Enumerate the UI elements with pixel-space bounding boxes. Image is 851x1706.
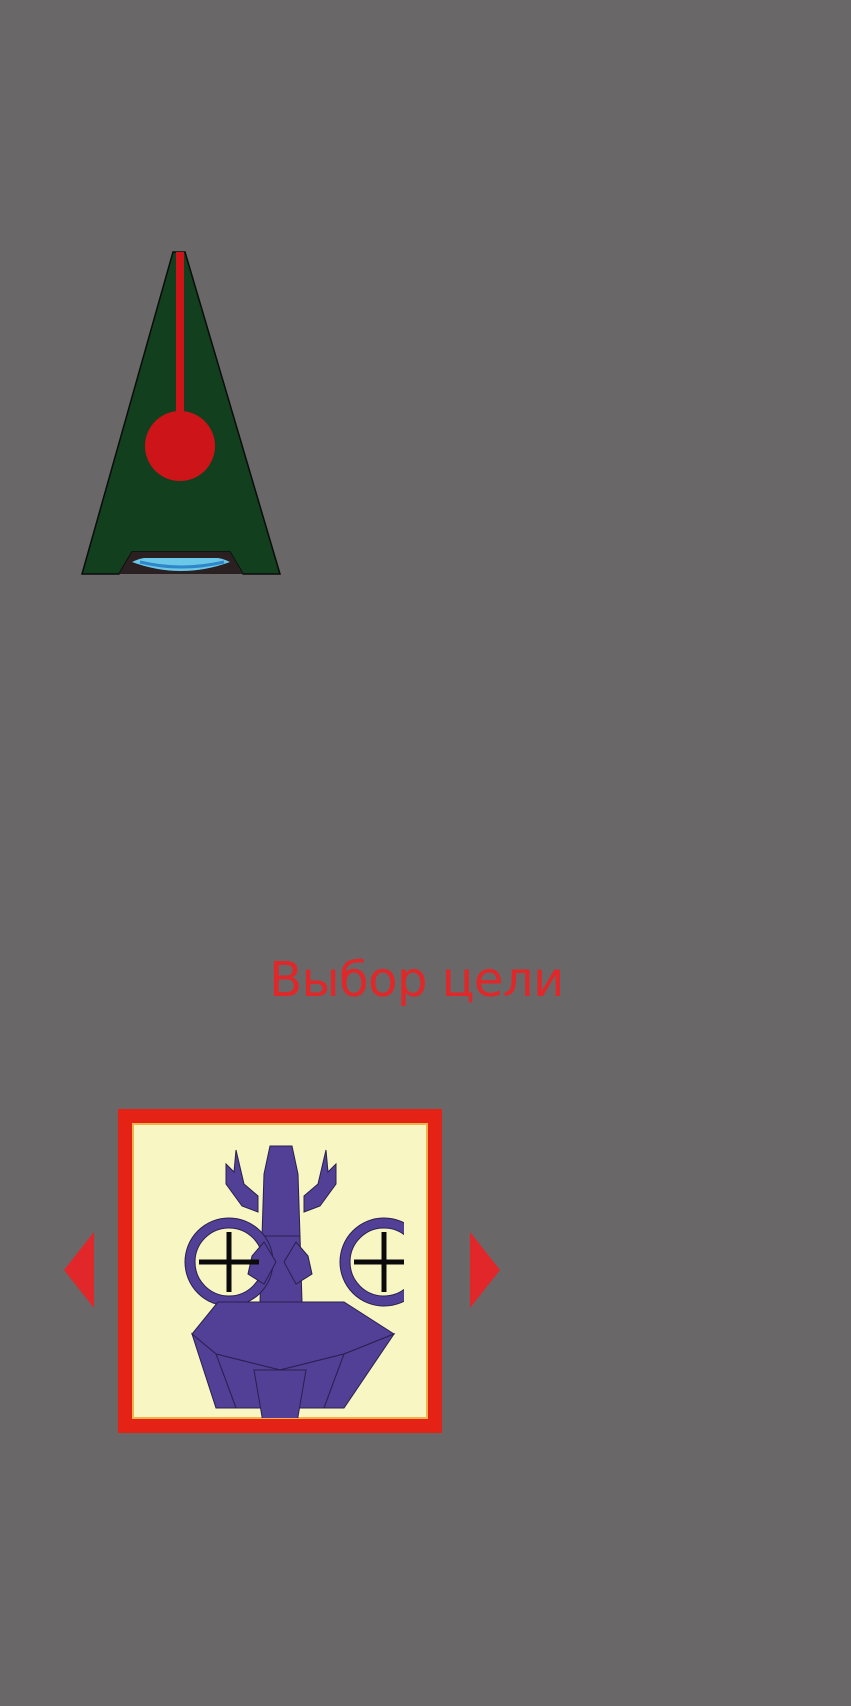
- player-ship-graphic: [81, 251, 282, 575]
- enemy-robot-icon: [184, 1145, 404, 1418]
- player-ship-icon: [78, 250, 284, 580]
- arrow-left-icon: [64, 1232, 94, 1308]
- prev-target-button[interactable]: [62, 1230, 96, 1310]
- target-card[interactable]: [118, 1109, 442, 1433]
- next-target-button[interactable]: [468, 1230, 502, 1310]
- arrow-right-icon: [470, 1232, 500, 1308]
- screen-title: Выбор цели: [0, 950, 851, 1010]
- ship-rod: [176, 252, 184, 422]
- screen-title-text: Выбор цели: [269, 952, 564, 1008]
- ship-core: [145, 411, 215, 481]
